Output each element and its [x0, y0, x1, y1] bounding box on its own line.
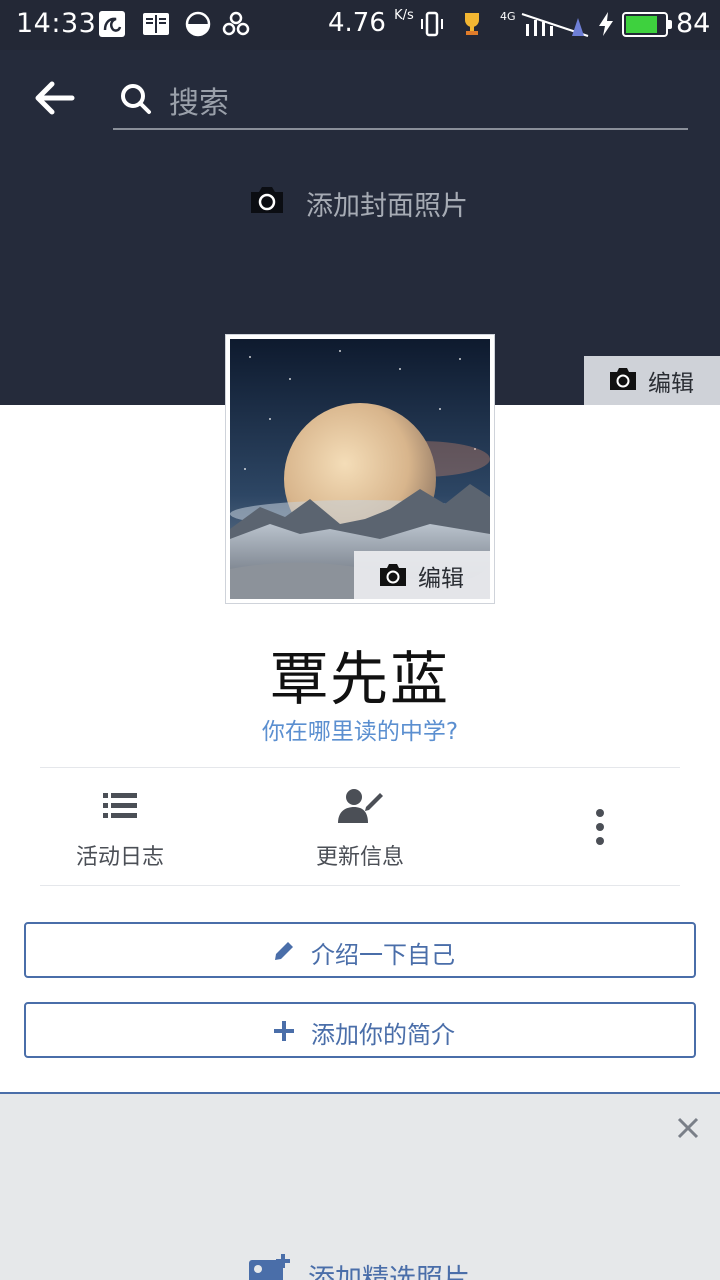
camera-icon: [380, 564, 406, 586]
status-time: 14:33: [16, 8, 97, 39]
camera-icon: [251, 187, 283, 213]
search-bar[interactable]: 搜索: [113, 70, 688, 130]
half-circle-icon: [185, 11, 211, 37]
vibrate-icon: [421, 11, 443, 37]
camera-icon: [610, 368, 636, 390]
close-icon[interactable]: [674, 1114, 702, 1142]
activity-log-label: 活动日志: [75, 845, 164, 870]
avatar: 编辑: [230, 339, 490, 599]
search-icon: [121, 84, 151, 114]
status-bar: 14:33 4.76 K/s 4G 84: [0, 0, 720, 50]
edit-avatar-button[interactable]: 编辑: [354, 551, 490, 599]
add-featured-photos-label[interactable]: 添加精选照片: [308, 1257, 470, 1280]
activity-log-button[interactable]: 活动日志: [30, 785, 210, 875]
uc-browser-icon: [99, 11, 125, 37]
cloud-link-icon: [222, 11, 250, 36]
introduce-yourself-button[interactable]: 介绍一下自己: [24, 922, 696, 978]
trophy-icon: [465, 13, 479, 35]
divider: [40, 767, 680, 768]
battery-percent: 84: [676, 8, 711, 39]
divider: [40, 885, 680, 886]
battery-icon: [622, 12, 672, 37]
school-prompt-link[interactable]: 你在哪里读的中学?: [0, 712, 720, 746]
introduce-yourself-label: 介绍一下自己: [311, 941, 455, 969]
update-info-button[interactable]: 更新信息: [270, 785, 450, 875]
search-placeholder: 搜索: [169, 86, 229, 121]
add-photo-icon[interactable]: [247, 1254, 291, 1280]
more-vertical-icon[interactable]: [585, 805, 615, 849]
pencil-icon: [275, 942, 293, 960]
add-bio-label: 添加你的简介: [311, 1021, 455, 1049]
edit-cover-button[interactable]: 编辑: [584, 356, 720, 405]
featured-photos-card: 添加精选照片: [0, 1092, 720, 1280]
edit-avatar-label: 编辑: [418, 566, 464, 592]
plus-icon: [274, 1021, 294, 1041]
profile-picture[interactable]: 编辑: [225, 334, 495, 604]
charging-icon: [599, 12, 613, 36]
list-icon: [103, 793, 137, 818]
profile-name: 覃先蓝: [269, 645, 450, 713]
signal-icon: [521, 13, 589, 37]
net-speed: 4.76 K/s: [328, 8, 414, 38]
add-bio-button[interactable]: 添加你的简介: [24, 1002, 696, 1058]
update-info-label: 更新信息: [315, 845, 404, 870]
back-arrow-icon[interactable]: [30, 78, 80, 118]
edit-cover-label: 编辑: [648, 371, 694, 397]
add-cover-label: 添加封面照片: [306, 191, 468, 222]
reader-icon: [143, 13, 169, 35]
edit-person-icon: [338, 789, 383, 823]
network-type: 4G: [500, 10, 516, 23]
